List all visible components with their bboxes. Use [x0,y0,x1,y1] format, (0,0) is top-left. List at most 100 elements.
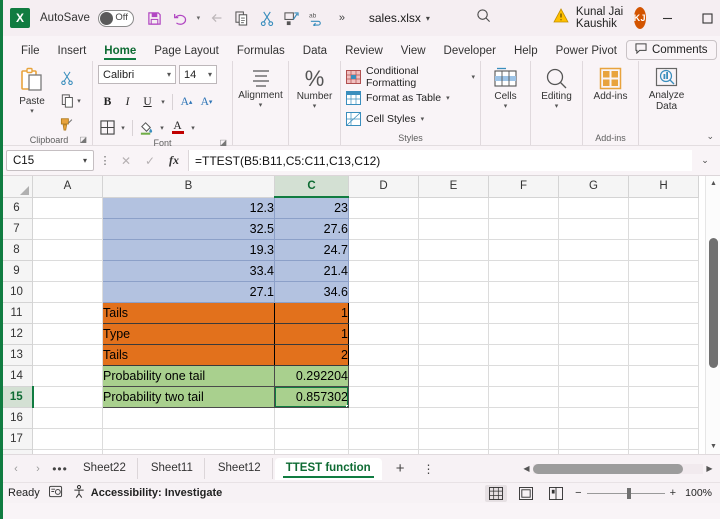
chevron-down-icon[interactable]: ▾ [83,156,87,165]
account-area[interactable]: Kunal Jai Kaushik KJ [553,6,646,30]
cut-icon[interactable] [57,68,77,88]
cell-D11[interactable] [348,302,419,324]
ribbon-collapse-button[interactable]: ⌄ [706,131,714,142]
number-button[interactable]: % Number ▾ [291,65,339,110]
cell-H13[interactable] [628,344,699,366]
cell-C12[interactable]: 1 [274,323,349,345]
cell-E6[interactable] [418,197,489,219]
cell-H12[interactable] [628,323,699,345]
cell-H14[interactable] [628,365,699,387]
page-break-view-icon[interactable] [545,485,567,502]
font-name-input[interactable]: Calibri ▾ [98,65,176,84]
cell-A6[interactable] [32,197,103,219]
tab-view[interactable]: View [392,43,435,61]
cell-D14[interactable] [348,365,419,387]
cell-A14[interactable] [32,365,103,387]
zoom-in-button[interactable]: + [670,487,676,499]
next-sheet-icon[interactable]: › [28,463,48,475]
addins-button[interactable]: Add-ins [588,65,633,102]
zoom-slider[interactable]: − + [575,487,676,499]
sheet-tab-sheet22[interactable]: Sheet22 [72,458,138,479]
insert-function-icon[interactable]: fx [164,153,184,168]
cell-E11[interactable] [418,302,489,324]
tab-developer[interactable]: Developer [435,43,505,61]
cell-D16[interactable] [348,407,419,429]
select-all-corner[interactable] [0,176,33,198]
cell-H11[interactable] [628,302,699,324]
cell-B9[interactable]: 33.4 [102,260,275,282]
avatar[interactable]: KJ [633,7,646,29]
cell-E15[interactable] [418,386,489,408]
row-header-11[interactable]: 11 [0,302,33,324]
row-header-7[interactable]: 7 [0,218,33,240]
macro-record-icon[interactable] [48,485,63,501]
cell-D9[interactable] [348,260,419,282]
row-header-16[interactable]: 16 [0,407,33,429]
cell-F9[interactable] [488,260,559,282]
cell-B10[interactable]: 27.1 [102,281,275,303]
column-header-G[interactable]: G [558,176,629,198]
cell-H17[interactable] [628,428,699,450]
row-header-8[interactable]: 8 [0,239,33,261]
number-chevron-icon[interactable]: ▾ [313,103,317,110]
cell-G11[interactable] [558,302,629,324]
cell-H18[interactable] [628,449,699,454]
cell-G10[interactable] [558,281,629,303]
editing-chevron-icon[interactable]: ▾ [555,103,559,110]
cell-F8[interactable] [488,239,559,261]
qat-overflow-icon[interactable]: » [331,7,353,29]
cell-A12[interactable] [32,323,103,345]
cell-E7[interactable] [418,218,489,240]
chevron-down-icon[interactable]: ▾ [421,115,425,123]
tab-help[interactable]: Help [505,43,547,61]
cell-G8[interactable] [558,239,629,261]
cell-B15[interactable]: Probability two tail [102,386,275,408]
cell-F17[interactable] [488,428,559,450]
cell-C10[interactable]: 34.6 [274,281,349,303]
cell-E8[interactable] [418,239,489,261]
format-as-table-button[interactable]: Format as Table ▾ [346,88,475,107]
format-painter-icon[interactable] [57,114,77,134]
cell-D18[interactable] [348,449,419,454]
cell-H15[interactable] [628,386,699,408]
font-color-chevron-icon[interactable]: ▾ [188,118,198,137]
cell-D12[interactable] [348,323,419,345]
cell-E17[interactable] [418,428,489,450]
cell-F13[interactable] [488,344,559,366]
horizontal-scrollbar[interactable]: ◀ ▶ [520,463,720,474]
cell-E9[interactable] [418,260,489,282]
cell-F16[interactable] [488,407,559,429]
italic-button[interactable]: I [118,92,137,111]
cell-B12[interactable]: Type [102,323,275,345]
comments-button[interactable]: Comments [625,40,717,60]
cell-styles-button[interactable]: Cell Styles ▾ [346,109,475,128]
cell-A10[interactable] [32,281,103,303]
cell-F11[interactable] [488,302,559,324]
vertical-scroll-thumb[interactable] [709,238,718,368]
cell-A7[interactable] [32,218,103,240]
cell-C8[interactable]: 24.7 [274,239,349,261]
chevron-down-icon[interactable]: ▾ [426,14,430,23]
font-size-input[interactable]: 14 ▾ [179,65,217,84]
cell-A17[interactable] [32,428,103,450]
cancel-icon[interactable]: ✕ [116,154,136,168]
fill-color-button[interactable] [137,118,156,137]
column-header-A[interactable]: A [32,176,103,198]
cell-B18[interactable] [102,449,275,454]
row-header-10[interactable]: 10 [0,281,33,303]
alignment-button[interactable]: Alignment ▾ [235,65,287,109]
row-header-12[interactable]: 12 [0,323,33,345]
cell-D17[interactable] [348,428,419,450]
cell-B11[interactable]: Tails [102,302,275,324]
cell-G12[interactable] [558,323,629,345]
enter-icon[interactable]: ✓ [140,154,160,168]
cell-C6[interactable]: 23 [274,197,349,219]
cell-H16[interactable] [628,407,699,429]
cells-button[interactable]: Cells ▾ [483,65,529,110]
cell-G14[interactable] [558,365,629,387]
chevron-down-icon[interactable]: ▾ [471,73,475,81]
cell-G16[interactable] [558,407,629,429]
cell-D7[interactable] [348,218,419,240]
spelling-icon[interactable]: ab [306,7,328,29]
bold-button[interactable]: B [98,92,117,111]
